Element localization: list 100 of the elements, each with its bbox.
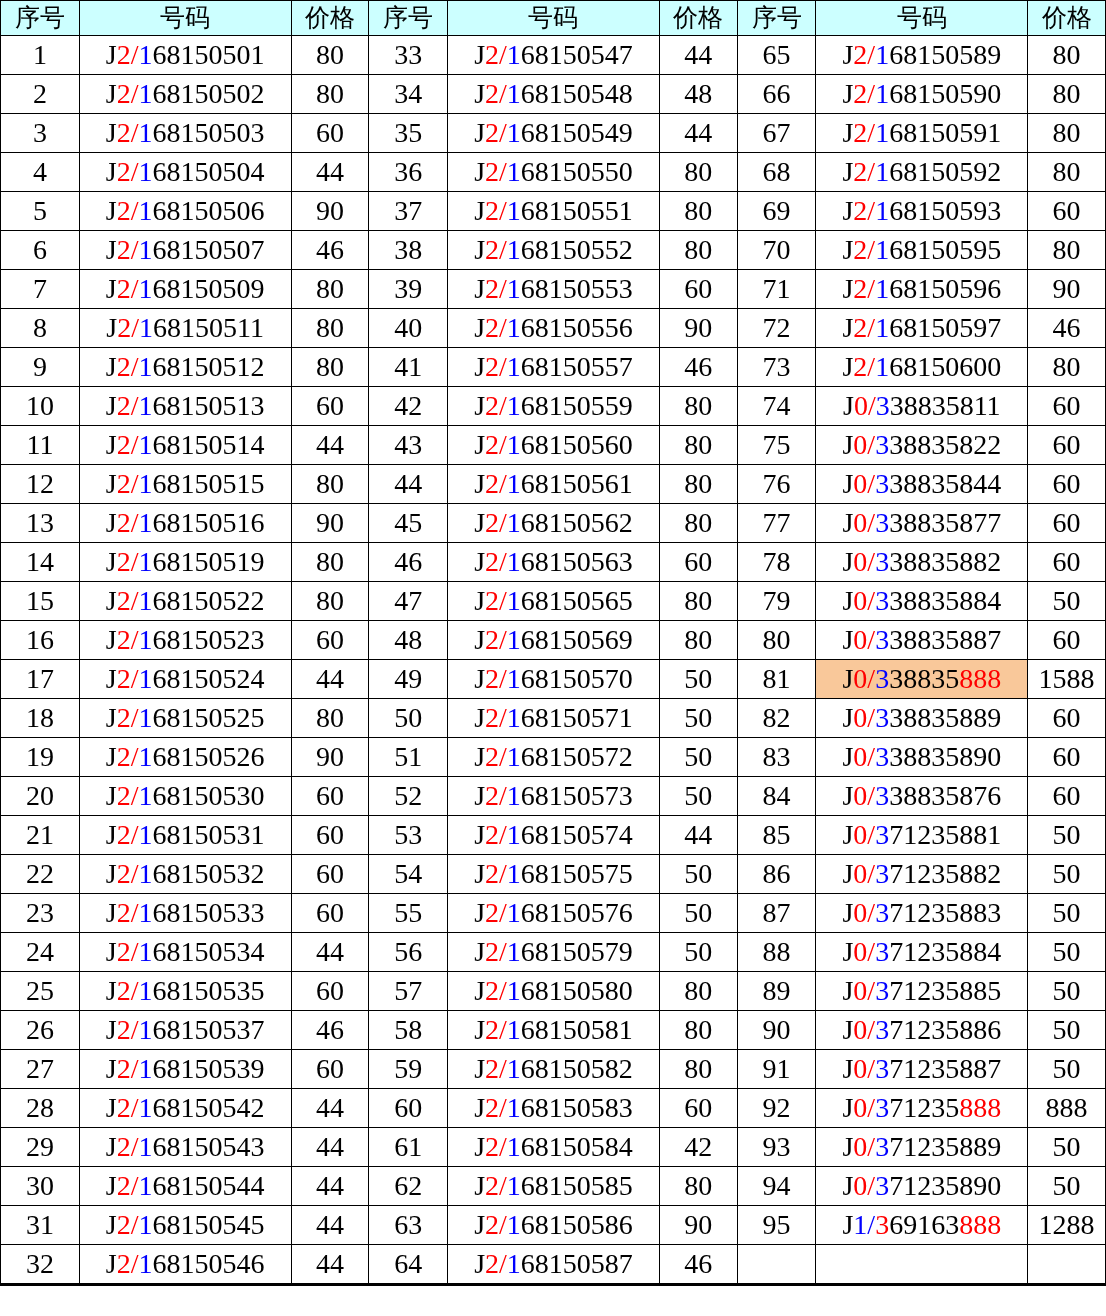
price-cell: 60 bbox=[291, 971, 369, 1011]
index-cell: 7 bbox=[0, 269, 80, 309]
price-cell: 90 bbox=[659, 308, 738, 348]
price-cell: 90 bbox=[291, 191, 369, 231]
price-cell: 80 bbox=[659, 620, 738, 660]
index-cell: 74 bbox=[737, 386, 816, 426]
index-cell: 87 bbox=[737, 893, 816, 933]
index-cell: 59 bbox=[368, 1049, 448, 1089]
price-cell: 50 bbox=[1027, 1166, 1106, 1206]
index-cell: 51 bbox=[368, 737, 448, 777]
code-cell: J2/168150592 bbox=[815, 152, 1028, 192]
price-cell: 44 bbox=[291, 659, 369, 699]
price-cell: 60 bbox=[1027, 425, 1106, 465]
column-header: 价格 bbox=[659, 0, 738, 36]
index-cell: 31 bbox=[0, 1205, 80, 1245]
index-cell: 26 bbox=[0, 1010, 80, 1050]
index-cell: 27 bbox=[0, 1049, 80, 1089]
price-cell: 44 bbox=[291, 1166, 369, 1206]
code-cell: J2/168150514 bbox=[79, 425, 291, 465]
index-cell: 14 bbox=[0, 542, 80, 582]
code-cell: J2/168150515 bbox=[79, 464, 291, 504]
price-cell: 60 bbox=[1027, 542, 1106, 582]
index-cell: 84 bbox=[737, 776, 816, 816]
index-cell: 19 bbox=[0, 737, 80, 777]
code-cell: J2/168150587 bbox=[447, 1244, 660, 1285]
code-cell: J0/371235886 bbox=[815, 1010, 1028, 1050]
code-cell: J0/371235882 bbox=[815, 854, 1028, 894]
price-cell: 46 bbox=[659, 347, 738, 387]
code-cell: J2/168150569 bbox=[447, 620, 660, 660]
code-cell: J2/168150590 bbox=[815, 74, 1028, 114]
index-cell: 2 bbox=[0, 74, 80, 114]
price-cell: 80 bbox=[659, 503, 738, 543]
index-cell: 86 bbox=[737, 854, 816, 894]
price-cell: 60 bbox=[659, 542, 738, 582]
code-cell: J0/371235885 bbox=[815, 971, 1028, 1011]
price-cell: 46 bbox=[659, 1244, 738, 1285]
price-cell: 80 bbox=[1027, 347, 1106, 387]
code-cell: J2/168150543 bbox=[79, 1127, 291, 1167]
code-cell: J2/168150560 bbox=[447, 425, 660, 465]
index-cell: 41 bbox=[368, 347, 448, 387]
code-cell: J2/168150579 bbox=[447, 932, 660, 972]
code-cell: J2/168150574 bbox=[447, 815, 660, 855]
code-cell: J0/371235881 bbox=[815, 815, 1028, 855]
price-cell: 50 bbox=[1027, 1127, 1106, 1167]
index-cell: 35 bbox=[368, 113, 448, 153]
index-cell: 4 bbox=[0, 152, 80, 192]
price-cell: 1288 bbox=[1027, 1205, 1106, 1245]
index-cell: 8 bbox=[0, 308, 80, 348]
code-cell: J0/338835888 bbox=[815, 659, 1028, 699]
code-cell: J0/371235888 bbox=[815, 1088, 1028, 1128]
index-cell: 85 bbox=[737, 815, 816, 855]
price-cell: 80 bbox=[291, 542, 369, 582]
index-cell: 65 bbox=[737, 35, 816, 75]
index-cell: 34 bbox=[368, 74, 448, 114]
code-cell: J2/168150523 bbox=[79, 620, 291, 660]
code-cell: J2/168150582 bbox=[447, 1049, 660, 1089]
index-cell: 49 bbox=[368, 659, 448, 699]
code-cell: J2/168150550 bbox=[447, 152, 660, 192]
code-cell: J0/338835889 bbox=[815, 698, 1028, 738]
price-cell: 60 bbox=[1027, 464, 1106, 504]
code-cell: J2/168150548 bbox=[447, 74, 660, 114]
index-cell: 53 bbox=[368, 815, 448, 855]
index-cell: 63 bbox=[368, 1205, 448, 1245]
code-cell: J2/168150591 bbox=[815, 113, 1028, 153]
price-cell: 80 bbox=[659, 191, 738, 231]
price-cell: 888 bbox=[1027, 1088, 1106, 1128]
column-header: 号码 bbox=[447, 0, 660, 36]
index-cell: 43 bbox=[368, 425, 448, 465]
index-cell: 38 bbox=[368, 230, 448, 270]
index-cell: 32 bbox=[0, 1244, 80, 1285]
price-cell: 50 bbox=[659, 932, 738, 972]
code-cell: J0/338835890 bbox=[815, 737, 1028, 777]
code-cell: J1/369163888 bbox=[815, 1205, 1028, 1245]
code-cell: J2/168150537 bbox=[79, 1010, 291, 1050]
code-cell: J2/168150600 bbox=[815, 347, 1028, 387]
index-cell: 3 bbox=[0, 113, 80, 153]
index-cell: 46 bbox=[368, 542, 448, 582]
index-cell: 78 bbox=[737, 542, 816, 582]
index-cell: 11 bbox=[0, 425, 80, 465]
code-cell: J2/168150565 bbox=[447, 581, 660, 621]
code-cell: J2/168150503 bbox=[79, 113, 291, 153]
index-cell: 94 bbox=[737, 1166, 816, 1206]
index-cell: 70 bbox=[737, 230, 816, 270]
code-cell: J2/168150547 bbox=[447, 35, 660, 75]
code-cell: J2/168150562 bbox=[447, 503, 660, 543]
code-cell: J2/168150552 bbox=[447, 230, 660, 270]
code-cell: J2/168150580 bbox=[447, 971, 660, 1011]
price-cell: 50 bbox=[1027, 854, 1106, 894]
price-cell: 80 bbox=[291, 74, 369, 114]
price-cell: 50 bbox=[1027, 893, 1106, 933]
index-cell: 60 bbox=[368, 1088, 448, 1128]
column-header: 序号 bbox=[737, 0, 816, 36]
index-cell: 10 bbox=[0, 386, 80, 426]
price-cell: 80 bbox=[659, 1049, 738, 1089]
code-cell: J0/338835811 bbox=[815, 386, 1028, 426]
price-cell: 50 bbox=[1027, 581, 1106, 621]
code-cell: J2/168150533 bbox=[79, 893, 291, 933]
index-cell: 68 bbox=[737, 152, 816, 192]
price-cell: 44 bbox=[291, 425, 369, 465]
index-cell: 37 bbox=[368, 191, 448, 231]
